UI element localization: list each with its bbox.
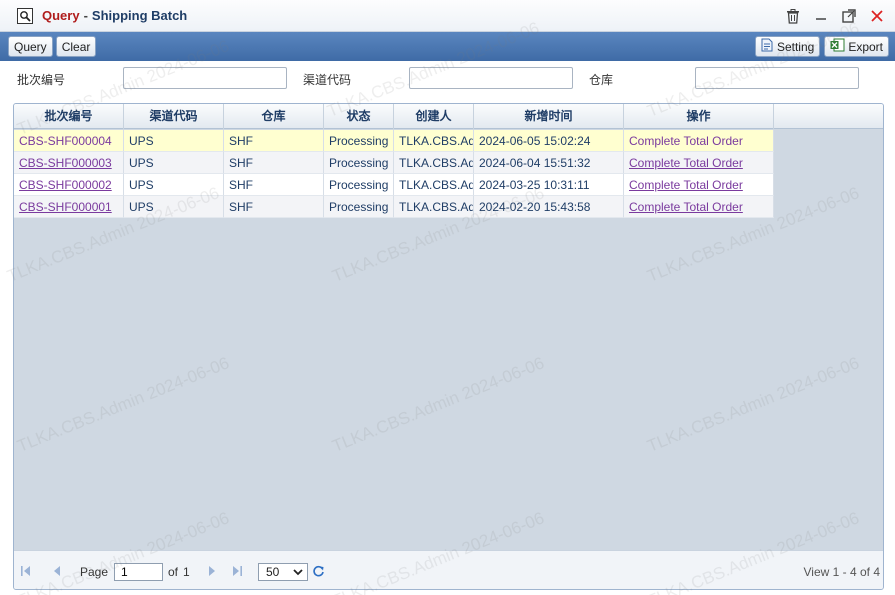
status-cell: Processing [324, 130, 394, 152]
page-number-input[interactable] [114, 563, 163, 581]
of-label: of [168, 565, 179, 579]
status-cell: Processing [324, 174, 394, 196]
warehouse-cell: SHF [224, 130, 324, 152]
channel-cell: UPS [124, 152, 224, 174]
column-header-warehouse[interactable]: 仓库 [224, 104, 324, 129]
table-row[interactable]: CBS-SHF000002 UPS SHF Processing TLKA.CB… [14, 174, 774, 196]
complete-total-order-link[interactable]: Complete Total Order [624, 130, 774, 152]
channel-cell: UPS [124, 130, 224, 152]
query-button[interactable]: Query [8, 36, 53, 57]
creator-cell: TLKA.CBS.Admin [394, 130, 474, 152]
batch-no-link[interactable]: CBS-SHF000001 [14, 196, 124, 218]
setting-label: Setting [776, 39, 815, 54]
warehouse-cell: SHF [224, 174, 324, 196]
export-button[interactable]: Export [824, 36, 889, 57]
channel-code-input[interactable] [409, 67, 573, 89]
filter-panel: 批次编号 渠道代码 仓库 [0, 61, 895, 99]
column-header-creator[interactable]: 创建人 [394, 104, 474, 129]
warehouse-input[interactable] [695, 67, 859, 89]
search-window-icon [17, 7, 33, 24]
close-icon[interactable] [867, 6, 887, 26]
grid-header: 批次编号 渠道代码 仓库 状态 创建人 新增时间 操作 [14, 104, 883, 129]
first-page-icon[interactable] [19, 564, 33, 578]
chevron-down-icon [293, 566, 303, 580]
toolbar: Query Clear Setting Export [0, 32, 895, 61]
table-row[interactable]: CBS-SHF000001 UPS SHF Processing TLKA.CB… [14, 196, 774, 218]
column-header-created-time[interactable]: 新增时间 [474, 104, 624, 129]
toolbar-left: Query Clear [8, 36, 97, 57]
column-header-batch-no[interactable]: 批次编号 [14, 104, 124, 129]
export-label: Export [848, 39, 883, 54]
complete-total-order-link[interactable]: Complete Total Order [624, 196, 774, 218]
page-size-value: 50 [266, 565, 280, 579]
window-title-bar: Query - Shipping Batch [0, 0, 895, 32]
created-time-cell: 2024-06-04 15:51:32 [474, 152, 624, 174]
complete-total-order-link[interactable]: Complete Total Order [624, 174, 774, 196]
window-controls [783, 6, 887, 26]
next-page-icon[interactable] [205, 564, 219, 578]
view-records-text: View 1 - 4 of 4 [803, 565, 881, 579]
title-query: Query [42, 8, 80, 23]
total-pages: 1 [183, 565, 190, 579]
refresh-icon[interactable] [311, 564, 325, 578]
page-label: Page [80, 565, 109, 579]
setting-document-icon [761, 38, 774, 55]
table-row[interactable]: CBS-SHF000004 UPS SHF Processing TLKA.CB… [14, 130, 774, 152]
window-title: Query - Shipping Batch [42, 8, 187, 23]
clear-button[interactable]: Clear [55, 36, 97, 57]
warehouse-cell: SHF [224, 152, 324, 174]
channel-cell: UPS [124, 174, 224, 196]
minimize-icon[interactable] [811, 6, 831, 26]
creator-cell: TLKA.CBS.Admin [394, 152, 474, 174]
creator-cell: TLKA.CBS.Admin [394, 196, 474, 218]
warehouse-label: 仓库 [589, 73, 614, 87]
column-header-status[interactable]: 状态 [324, 104, 394, 129]
prev-page-icon[interactable] [50, 564, 64, 578]
batch-no-link[interactable]: CBS-SHF000004 [14, 130, 124, 152]
toolbar-right: Setting Export [754, 36, 889, 57]
created-time-cell: 2024-06-05 15:02:24 [474, 130, 624, 152]
column-header-channel[interactable]: 渠道代码 [124, 104, 224, 129]
channel-code-label: 渠道代码 [303, 73, 352, 87]
data-grid: 批次编号 渠道代码 仓库 状态 创建人 新增时间 操作 CBS-SHF00000… [13, 103, 884, 590]
title-name: Shipping Batch [91, 8, 188, 23]
title-separator: - [83, 8, 88, 23]
maximize-icon[interactable] [839, 6, 859, 26]
status-cell: Processing [324, 152, 394, 174]
channel-cell: UPS [124, 196, 224, 218]
excel-export-icon [830, 38, 845, 55]
pager: Page of 1 50 View 1 - 4 of 4 [14, 550, 883, 589]
batch-no-label: 批次编号 [17, 73, 66, 87]
warehouse-cell: SHF [224, 196, 324, 218]
creator-cell: TLKA.CBS.Admin [394, 174, 474, 196]
batch-no-input[interactable] [123, 67, 287, 89]
column-header-action[interactable]: 操作 [624, 104, 774, 129]
last-page-icon[interactable] [230, 564, 244, 578]
table-row[interactable]: CBS-SHF000003 UPS SHF Processing TLKA.CB… [14, 152, 774, 174]
created-time-cell: 2024-02-20 15:43:58 [474, 196, 624, 218]
setting-button[interactable]: Setting [754, 36, 821, 57]
trash-icon[interactable] [783, 6, 803, 26]
status-cell: Processing [324, 196, 394, 218]
batch-no-link[interactable]: CBS-SHF000002 [14, 174, 124, 196]
page-size-select[interactable]: 50 [258, 563, 308, 581]
batch-no-link[interactable]: CBS-SHF000003 [14, 152, 124, 174]
created-time-cell: 2024-03-25 10:31:11 [474, 174, 624, 196]
complete-total-order-link[interactable]: Complete Total Order [624, 152, 774, 174]
